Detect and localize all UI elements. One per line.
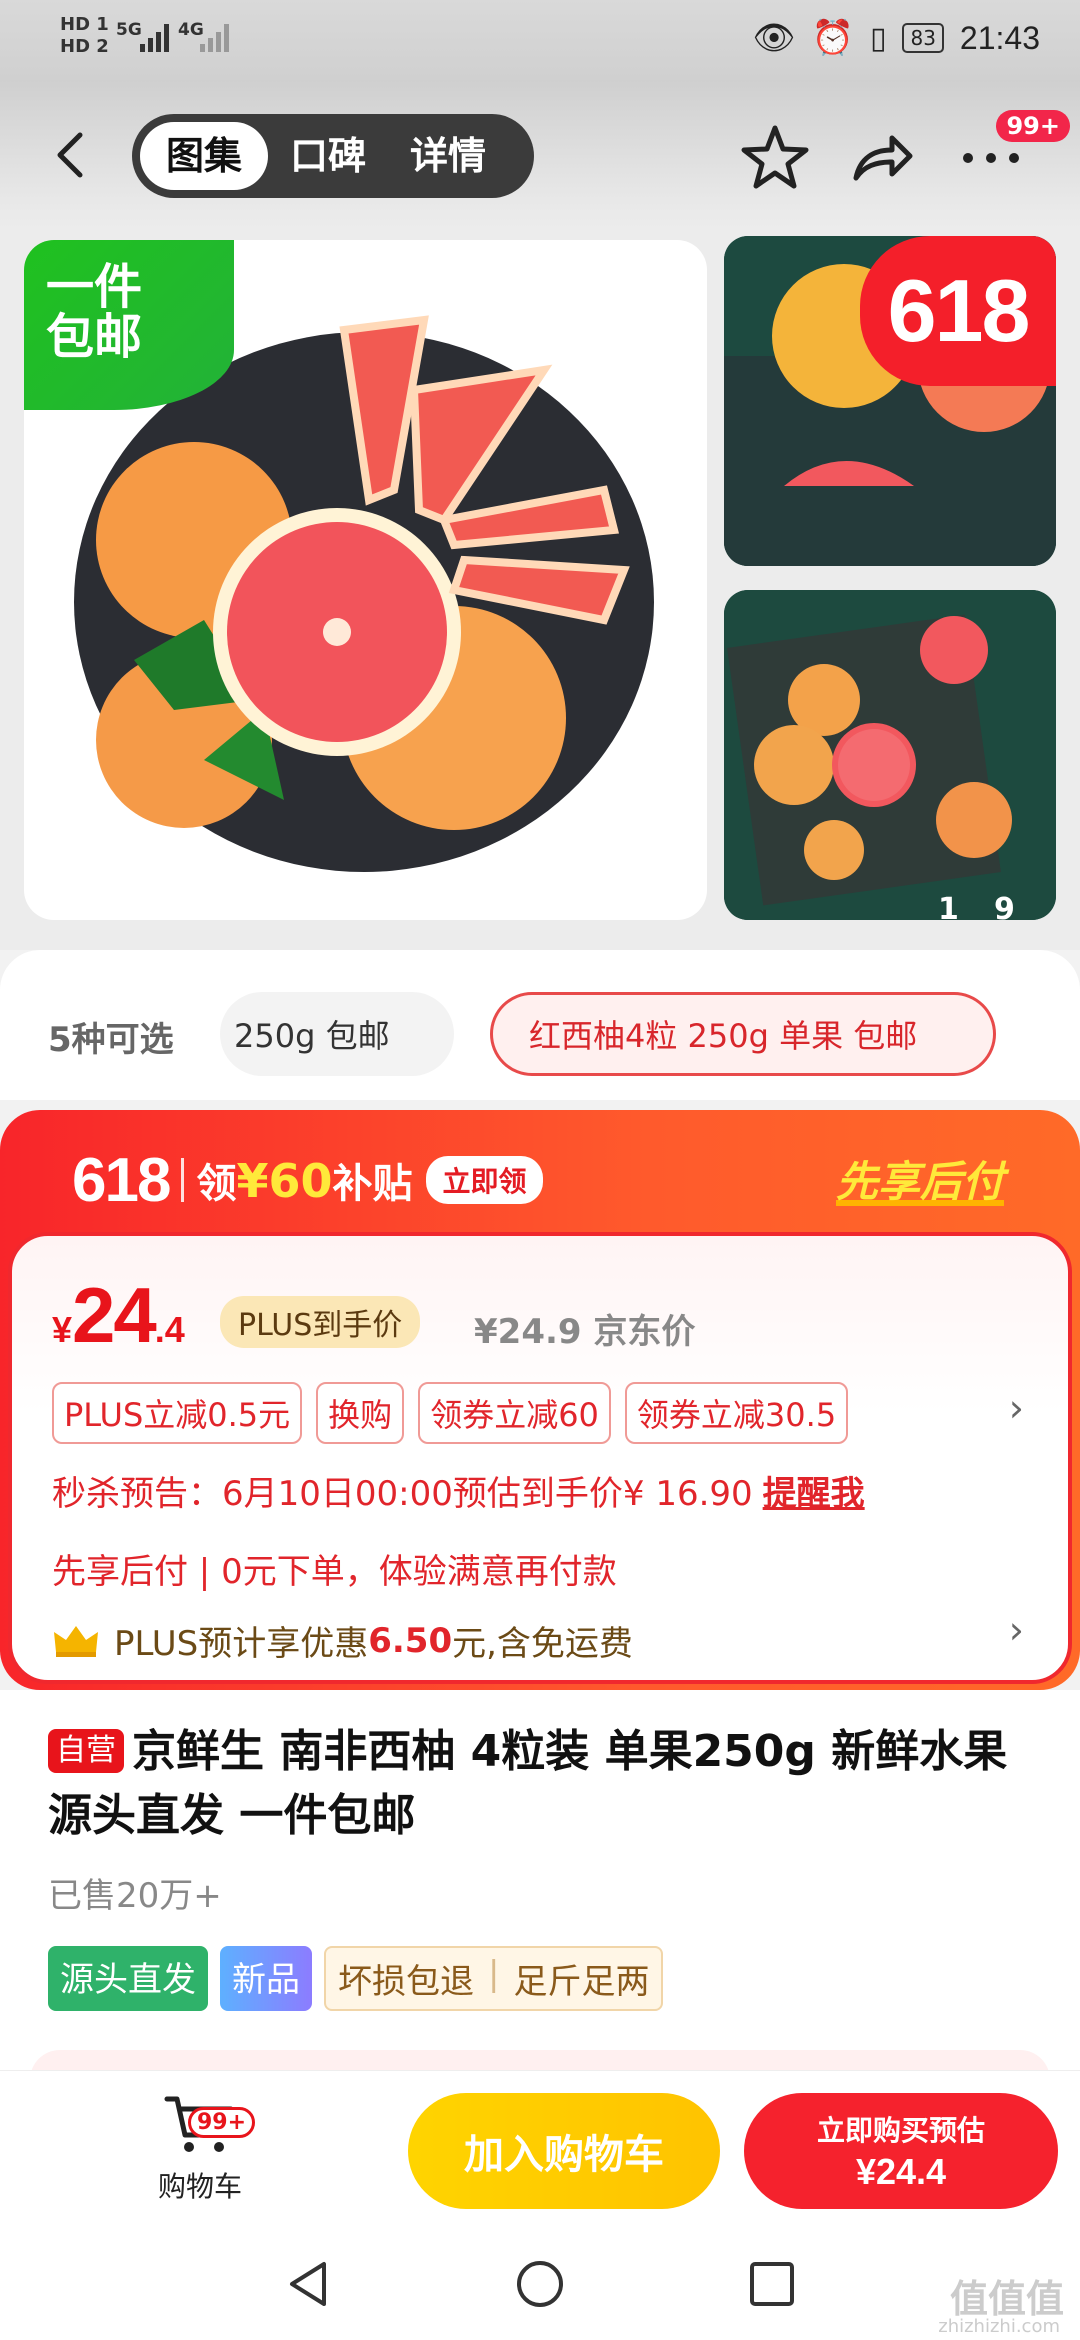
- bottom-action-bar: 99+ 购物车 加入购物车 立即购买预估 ¥24.4: [0, 2070, 1080, 2230]
- remind-me-link[interactable]: 提醒我: [763, 1474, 865, 1514]
- jd-price: ¥24.9 京东价: [474, 1312, 696, 1352]
- tag-source-direct: 源头直发: [48, 1946, 208, 2011]
- flash-sale-text: 秒杀预告：6月10日00:00预估到手价¥ 16.90: [52, 1474, 753, 1514]
- status-right: 👁 ⏰ ▯ 83 21:43: [752, 18, 1040, 58]
- image-gallery: 一件 包邮 618 1 9: [0, 230, 1080, 950]
- add-to-cart-button[interactable]: 加入购物车: [408, 2093, 720, 2209]
- alarm-icon: ⏰: [811, 18, 854, 58]
- plus-price-tag: PLUS到手价: [220, 1296, 421, 1348]
- tab-reviews[interactable]: 口碑: [268, 122, 388, 190]
- coupon-item[interactable]: 领券立减60: [418, 1382, 611, 1444]
- subsidy-text: 领¥60补贴: [196, 1151, 412, 1209]
- buy-now-label: 立即购买预估: [816, 2114, 985, 2147]
- star-icon[interactable]: [740, 122, 810, 192]
- cart-count-badge: 99+: [188, 2107, 256, 2138]
- subsidy-prefix: 领: [196, 1161, 237, 1207]
- price-integer: 24: [72, 1271, 157, 1359]
- guarantee-2: 足斤足两: [513, 1962, 650, 2002]
- crown-icon: [54, 1625, 98, 1657]
- final-price: ¥24.4: [52, 1270, 185, 1361]
- subsidy-suffix: 补贴: [332, 1161, 413, 1207]
- coupon-list: PLUS立减0.5元 换购 领券立减60 领券立减30.5: [52, 1382, 849, 1444]
- tag-guarantees[interactable]: 坏损包退 | 足斤足两: [324, 1946, 664, 2011]
- vibrate-icon: ▯: [869, 20, 887, 56]
- spec-option-partial[interactable]: 250g 包邮: [220, 992, 454, 1076]
- ship-tag-line1: 一件: [46, 259, 143, 315]
- image-page-indicator: 1 9: [914, 880, 1064, 940]
- product-info: 自营 京鲜生 南非西柚 4粒装 单果250g 新鲜水果 源头直发 一件包邮 已售2…: [0, 1690, 1080, 2080]
- product-tags: 源头直发 新品 坏损包退 | 足斤足两: [48, 1946, 664, 2011]
- sold-count: 已售20万+: [48, 1876, 222, 1916]
- free-shipping-tag: 一件 包邮: [24, 240, 234, 410]
- tab-gallery[interactable]: 图集: [140, 122, 269, 190]
- watermark-url: zhizhizhi.com: [938, 2316, 1060, 2337]
- tag-separator: |: [488, 1954, 500, 1994]
- tab-switcher: 图集 口碑 详情: [132, 114, 534, 198]
- coupon-item[interactable]: PLUS立减0.5元: [52, 1382, 303, 1444]
- message-badge: 99+: [996, 110, 1070, 142]
- tab-details[interactable]: 详情: [388, 122, 508, 190]
- signal-icon-2: [200, 22, 229, 52]
- system-recents-icon[interactable]: [746, 2258, 798, 2310]
- share-icon[interactable]: [846, 122, 916, 192]
- claim-subsidy-button[interactable]: 立即领: [426, 1156, 543, 1204]
- chevron-right-icon[interactable]: ›: [1009, 1608, 1024, 1652]
- product-title-text: 京鲜生 南非西柚 4粒装 单果250g 新鲜水果 源头直发 一件包邮: [48, 1726, 1008, 1841]
- system-home-icon[interactable]: [514, 2258, 566, 2310]
- battery-icon: 83: [902, 23, 944, 53]
- plus-line-suffix: 元,含免运费: [452, 1624, 633, 1664]
- spec-count-label: 5种可选: [48, 1020, 174, 1060]
- price-currency: ¥: [52, 1309, 73, 1350]
- signal-icon: [140, 22, 169, 52]
- promo-header: 618 领¥60补贴 立即领: [72, 1140, 543, 1220]
- plus-line-prefix: PLUS预计享优惠: [114, 1624, 369, 1664]
- watermark: 值值值: [949, 2277, 1064, 2321]
- chevron-right-icon[interactable]: ›: [1009, 1386, 1024, 1430]
- coupon-item[interactable]: 领券立减30.5: [624, 1382, 849, 1444]
- event-618-label: 618: [72, 1145, 171, 1215]
- back-icon[interactable]: [50, 130, 90, 180]
- thumbnail-2[interactable]: [724, 590, 1056, 920]
- spec-option-selected[interactable]: 红西柚4粒 250g 单果 包邮: [490, 992, 996, 1076]
- spec-selector: 5种可选 250g 包邮 红西柚4粒 250g 单果 包邮: [0, 950, 1080, 1100]
- event-618-badge: 618: [860, 236, 1056, 386]
- system-back-icon[interactable]: [284, 2258, 336, 2310]
- guarantee-1: 坏损包退: [338, 1962, 474, 2002]
- cart-button[interactable]: 99+ 购物车: [140, 2091, 260, 2211]
- plus-benefit-line[interactable]: PLUS预计享优惠 6.50 元,含免运费: [52, 1616, 633, 1665]
- cart-label: 购物车: [157, 2170, 242, 2203]
- thumbnail-image-2: [724, 590, 1056, 920]
- price-decimal: .4: [154, 1309, 185, 1350]
- thumbnail-1[interactable]: 618: [724, 236, 1056, 566]
- hd1-label: HD 1: [60, 14, 109, 35]
- buy-now-price: ¥24.4: [855, 2151, 947, 2192]
- clock: 21:43: [959, 19, 1040, 56]
- network-5g-label: 5G: [116, 20, 142, 40]
- subsidy-amount: ¥60: [236, 1154, 333, 1208]
- buy-now-button[interactable]: 立即购买预估 ¥24.4: [744, 2093, 1058, 2209]
- coupon-item[interactable]: 换购: [316, 1382, 405, 1444]
- flash-sale-notice: 秒杀预告：6月10日00:00预估到手价¥ 16.90 提醒我: [52, 1466, 865, 1515]
- top-nav: 图集 口碑 详情 99+: [0, 80, 1080, 230]
- pay-later-title[interactable]: 先享后付: [836, 1148, 1004, 1209]
- eye-icon: 👁: [752, 18, 796, 58]
- ship-tag-line2: 包邮: [46, 309, 143, 365]
- divider: [181, 1158, 185, 1202]
- page-total: 9: [994, 892, 1015, 927]
- hd2-label: HD 2: [60, 36, 109, 57]
- product-title: 自营 京鲜生 南非西柚 4粒装 单果250g 新鲜水果 源头直发 一件包邮: [48, 1720, 1038, 1848]
- tag-new: 新品: [220, 1946, 312, 2011]
- status-bar: HD 1 HD 2 5G 4G 👁 ⏰ ▯ 83 21:43: [0, 0, 1080, 80]
- self-operated-tag: 自营: [48, 1729, 124, 1773]
- hd-indicators: HD 1 HD 2: [60, 14, 109, 58]
- promo-banner: 618 领¥60补贴 立即领 先享后付 ¥24.4 PLUS到手价 ¥24.9 …: [0, 1110, 1080, 1690]
- page-current: 1: [938, 892, 959, 927]
- price-card: ¥24.4 PLUS到手价 ¥24.9 京东价 PLUS立减0.5元 换购 领券…: [8, 1232, 1072, 1684]
- main-product-image[interactable]: 一件 包邮: [24, 240, 707, 920]
- system-nav-bar: [0, 2230, 1080, 2340]
- plus-line-amount: 6.50: [368, 1620, 453, 1661]
- pay-later-line: 先享后付 | 0元下单，体验满意再付款: [52, 1552, 617, 1592]
